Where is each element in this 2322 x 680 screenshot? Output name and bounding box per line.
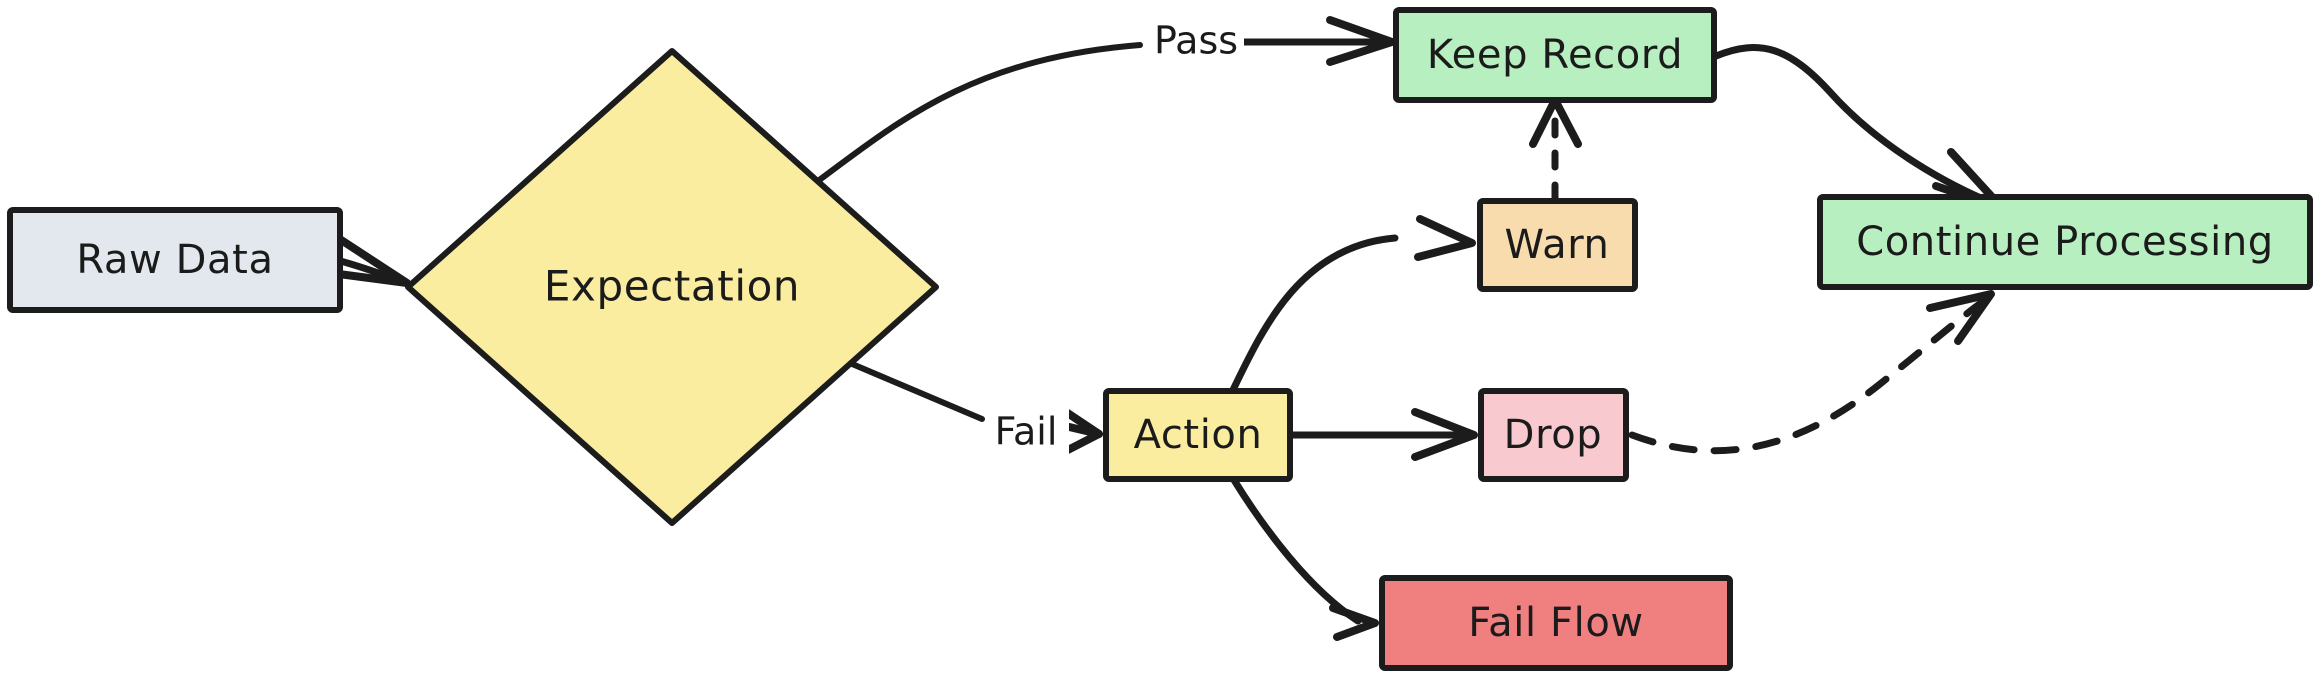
edge-label-fail: Fail <box>995 410 1058 454</box>
node-drop[interactable]: Drop <box>1478 388 1629 482</box>
edge-action-to-fail-flow <box>1230 476 1379 641</box>
edge-action-to-drop <box>1287 408 1478 461</box>
node-warn-label: Warn <box>1505 222 1610 268</box>
edge-expectation-to-keep-record <box>815 16 1396 184</box>
node-fail-flow[interactable]: Fail Flow <box>1379 575 1733 671</box>
edge-action-to-warn <box>1228 215 1476 396</box>
node-raw-data-label: Raw Data <box>76 237 273 283</box>
edge-label-fail-group: Fail <box>985 408 1069 458</box>
edge-line <box>835 355 985 422</box>
edge-keep-record-to-continue-processing <box>1712 44 2007 213</box>
edge-line <box>1228 234 1399 396</box>
node-action-label: Action <box>1134 412 1263 458</box>
edge-line <box>1628 296 1989 455</box>
node-expectation[interactable]: Expectation <box>405 48 939 526</box>
edge-line <box>1230 476 1362 625</box>
flowchart-svg: Raw Data Expectation Keep Record Warn Ac… <box>7 7 2313 671</box>
edge-warn-to-keep-record <box>1529 96 1582 203</box>
node-keep-record-label: Keep Record <box>1427 32 1683 78</box>
node-fail-flow-label: Fail Flow <box>1468 600 1644 646</box>
node-expectation-label: Expectation <box>544 262 800 311</box>
arrowhead-icon <box>1414 215 1476 261</box>
edge-label-pass-group: Pass <box>1148 17 1244 67</box>
node-drop-label: Drop <box>1504 412 1603 458</box>
edge-drop-to-continue-processing <box>1628 290 1995 455</box>
node-keep-record[interactable]: Keep Record <box>1393 7 1717 103</box>
node-action[interactable]: Action <box>1103 388 1293 482</box>
edge-line <box>815 42 1143 184</box>
flowchart-canvas: Raw Data Expectation Keep Record Warn Ac… <box>0 0 2322 680</box>
node-raw-data[interactable]: Raw Data <box>7 207 343 313</box>
edge-label-pass: Pass <box>1154 19 1238 63</box>
node-continue-processing-label: Continue Processing <box>1856 219 2274 265</box>
node-warn[interactable]: Warn <box>1477 198 1638 292</box>
edge-line <box>1712 44 1999 208</box>
node-continue-processing[interactable]: Continue Processing <box>1817 194 2313 290</box>
